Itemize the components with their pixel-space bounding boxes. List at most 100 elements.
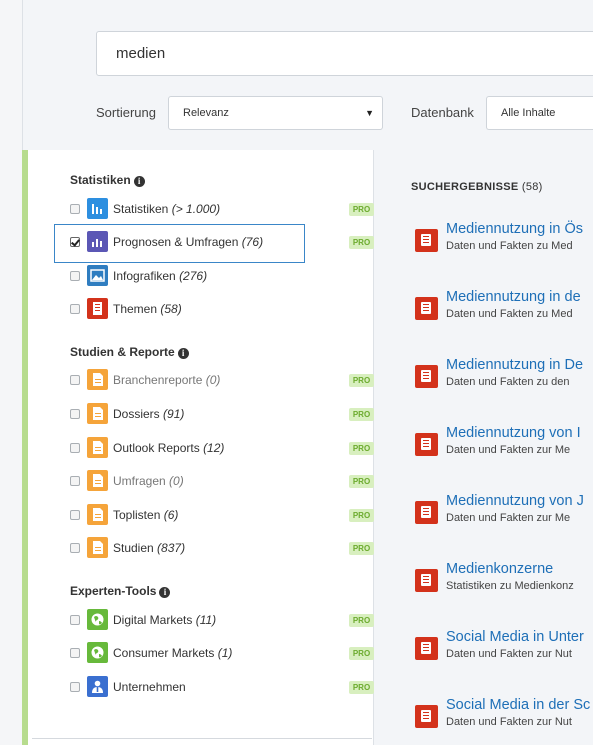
checkbox[interactable]	[70, 510, 80, 520]
dossier-icon	[415, 637, 438, 660]
filter-label: Consumer Markets (1)	[113, 646, 233, 660]
info-icon[interactable]: i	[133, 176, 145, 187]
section-title-experten-tools: Experten-Tools i	[70, 584, 171, 598]
company-icon	[87, 676, 108, 697]
result-title-link[interactable]: Mediennutzung in Ös	[446, 221, 583, 237]
result-subtitle: Daten und Fakten zur Nut	[446, 648, 572, 660]
result-subtitle: Daten und Fakten zur Me	[446, 444, 571, 456]
result-subtitle: Daten und Fakten zu Med	[446, 240, 573, 252]
section-title-statistiken: Statistiken i	[70, 173, 145, 187]
results-heading: SUCHERGEBNISSE (58)	[411, 181, 543, 193]
filter-label: Studien (837)	[113, 541, 186, 555]
dossier-icon	[87, 298, 108, 319]
pro-badge: PRO	[349, 236, 374, 249]
document-icon	[87, 537, 108, 558]
result-title-link[interactable]: Mediennutzung in de	[446, 289, 581, 305]
pro-badge: PRO	[349, 374, 374, 387]
filter-label: Unternehmen	[113, 680, 186, 694]
filter-label: Statistiken (> 1.000)	[113, 202, 221, 216]
pro-badge: PRO	[349, 681, 374, 694]
result-item[interactable]: Mediennutzung in de Daten und Fakten zu …	[415, 285, 593, 325]
dossier-icon	[415, 297, 438, 320]
filter-item-studien[interactable]: Studien (837) PRO	[68, 537, 374, 561]
result-item[interactable]: Social Media in der Sc Daten und Fakten …	[415, 693, 593, 733]
document-icon	[87, 470, 108, 491]
document-icon	[87, 437, 108, 458]
filter-item-themen[interactable]: Themen (58)	[68, 298, 368, 322]
result-subtitle: Daten und Fakten zur Nut	[446, 716, 572, 728]
dossier-icon	[415, 501, 438, 524]
dossier-icon	[415, 433, 438, 456]
result-item[interactable]: Mediennutzung in De Daten und Fakten zu …	[415, 353, 593, 393]
filter-label: Toplisten (6)	[113, 508, 179, 522]
document-icon	[87, 403, 108, 424]
checkbox[interactable]	[70, 443, 80, 453]
result-title-link[interactable]: Medienkonzerne	[446, 561, 553, 577]
checkbox[interactable]	[70, 476, 80, 486]
checkbox[interactable]	[70, 543, 80, 553]
filter-item-consumer-markets[interactable]: Consumer Markets (1) PRO	[68, 642, 374, 666]
result-title-link[interactable]: Mediennutzung von J	[446, 493, 584, 509]
sort-label: Sortierung	[96, 105, 156, 120]
dossier-icon	[415, 569, 438, 592]
result-subtitle: Daten und Fakten zu den	[446, 376, 570, 388]
pro-badge: PRO	[349, 442, 374, 455]
filter-item-digital-markets[interactable]: Digital Markets (11) PRO	[68, 609, 374, 633]
filter-item-umfragen[interactable]: Umfragen (0) PRO	[68, 470, 374, 494]
pro-badge: PRO	[349, 542, 374, 555]
result-title-link[interactable]: Social Media in der Sc	[446, 697, 590, 713]
filter-item-unternehmen[interactable]: Unternehmen PRO	[68, 676, 374, 700]
result-subtitle: Daten und Fakten zu Med	[446, 308, 573, 320]
result-item[interactable]: Mediennutzung von I Daten und Fakten zur…	[415, 421, 593, 461]
search-input[interactable]	[97, 32, 593, 75]
document-icon	[87, 369, 108, 390]
dossier-icon	[415, 229, 438, 252]
database-label: Datenbank	[411, 105, 474, 120]
database-selected-value: Alle Inhalte	[501, 107, 556, 119]
globe-icon	[87, 609, 108, 630]
pro-badge: PRO	[349, 647, 374, 660]
filter-label: Umfragen (0)	[113, 474, 184, 488]
checkbox[interactable]	[70, 271, 80, 281]
result-item[interactable]: Social Media in Unter Daten und Fakten z…	[415, 625, 593, 665]
checkbox[interactable]	[70, 615, 80, 625]
result-title-link[interactable]: Social Media in Unter	[446, 629, 584, 645]
filter-accent-bar	[22, 150, 28, 745]
filter-item-toplisten[interactable]: Toplisten (6) PRO	[68, 504, 374, 528]
result-item[interactable]: Mediennutzung in Ös Daten und Fakten zu …	[415, 217, 593, 257]
filter-label: Outlook Reports (12)	[113, 441, 225, 455]
pro-badge: PRO	[349, 509, 374, 522]
result-subtitle: Statistiken zu Medienkonz	[446, 580, 574, 592]
sort-selected-value: Relevanz	[183, 107, 229, 119]
checkbox[interactable]	[70, 409, 80, 419]
result-title-link[interactable]: Mediennutzung in De	[446, 357, 583, 373]
pro-badge: PRO	[349, 203, 374, 216]
filter-item-infografiken[interactable]: Infografiken (276)	[68, 265, 368, 289]
filter-item-statistiken[interactable]: Statistiken (> 1.000) PRO	[68, 198, 374, 222]
filter-item-dossiers[interactable]: Dossiers (91) PRO	[68, 403, 374, 427]
checkbox[interactable]	[70, 204, 80, 214]
checkbox[interactable]	[70, 648, 80, 658]
sort-select[interactable]: Relevanz ▼	[168, 96, 383, 130]
pro-badge: PRO	[349, 408, 374, 421]
checkbox[interactable]	[70, 682, 80, 692]
dossier-icon	[415, 705, 438, 728]
checkbox[interactable]	[70, 304, 80, 314]
chevron-down-icon: ▼	[365, 108, 374, 118]
pro-badge: PRO	[349, 614, 374, 627]
result-item[interactable]: Medienkonzerne Statistiken zu Medienkonz	[415, 557, 593, 597]
result-subtitle: Daten und Fakten zur Me	[446, 512, 571, 524]
filter-label: Branchenreporte (0)	[113, 373, 221, 387]
info-icon[interactable]: i	[177, 348, 189, 359]
result-title-link[interactable]: Mediennutzung von I	[446, 425, 581, 441]
filter-item-outlook-reports[interactable]: Outlook Reports (12) PRO	[68, 437, 374, 461]
database-select[interactable]: Alle Inhalte	[486, 96, 593, 130]
info-icon[interactable]: i	[159, 587, 171, 598]
globe-icon	[87, 642, 108, 663]
checkbox[interactable]	[70, 375, 80, 385]
filter-item-branchenreporte[interactable]: Branchenreporte (0) PRO	[68, 369, 374, 393]
selected-filter-highlight	[54, 224, 305, 263]
section-title-studien: Studien & Reporte i	[70, 345, 189, 359]
search-box[interactable]	[96, 31, 593, 76]
result-item[interactable]: Mediennutzung von J Daten und Fakten zur…	[415, 489, 593, 529]
